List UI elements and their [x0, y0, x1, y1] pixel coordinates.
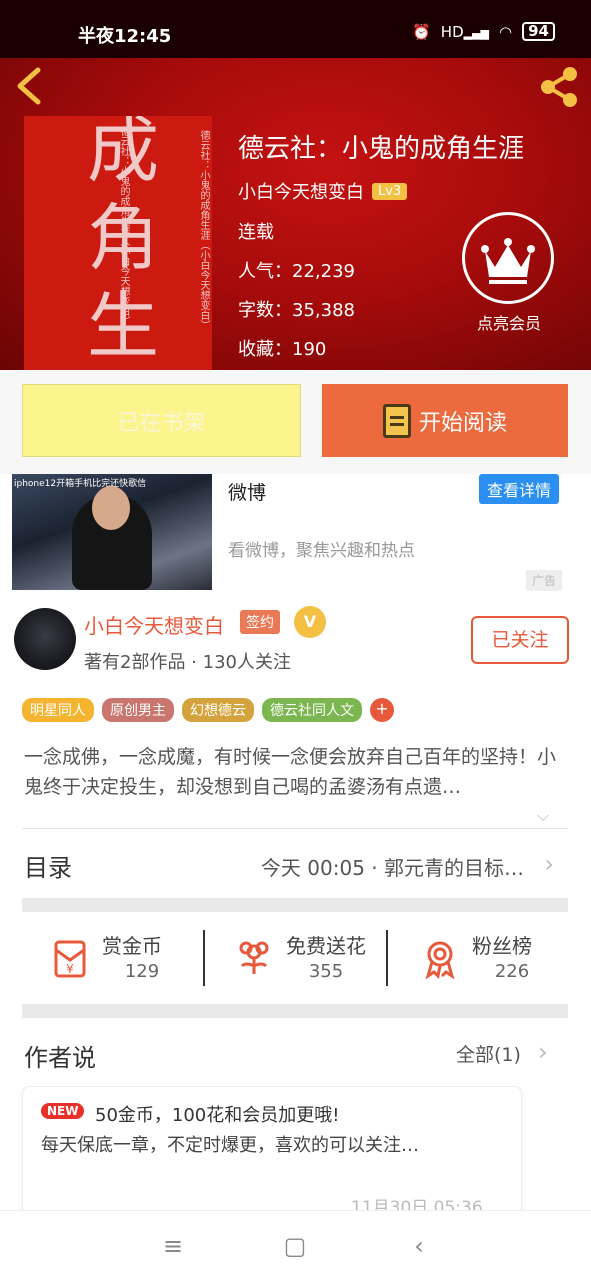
note-title: 50金币，100花和会员加更哦! [95, 1105, 340, 1126]
table-of-contents-row[interactable]: 目录 今天 00:05 · 郭元青的目标… › [24, 848, 554, 884]
reward-coins-button[interactable]: ¥ 赏金币 129 [22, 928, 192, 988]
stats-row: ¥ 赏金币 129 免费送花 355 粉丝榜 226 [22, 928, 568, 988]
toc-latest-chapter: 今天 00:05 · 郭元青的目标… [260, 856, 524, 880]
tag-item[interactable]: 幻想德云 [182, 698, 254, 722]
status-bar: 半夜12:45 ⏰ HD▂▄▆ ◠ 94 [0, 0, 591, 58]
alarm-icon: ⏰ [412, 22, 431, 41]
book-icon [382, 403, 411, 438]
ad-title: 微博 [228, 482, 267, 504]
cover-subtitle: 德云社：小鬼的成角生涯（小白今天想变白） [118, 126, 129, 326]
follow-button[interactable]: 已关注 [471, 616, 569, 664]
author-note-card[interactable]: NEW 50金币，100花和会员加更哦! 每天保底一章，不定时爆更，喜欢的可以关… [22, 1086, 522, 1226]
toc-title: 目录 [24, 854, 72, 882]
expand-chevron-down-icon[interactable]: ⌵ [537, 806, 549, 826]
wifi-icon: ◠ [499, 22, 513, 41]
author-card: 小白今天想变白 签约 V 著有2部作品 · 130人关注 已关注 [0, 600, 591, 686]
send-flower-button[interactable]: 免费送花 355 [206, 928, 376, 988]
stat-value: 355 [308, 961, 344, 982]
red-packet-icon: ¥ [54, 940, 86, 978]
all-notes-link[interactable]: 全部(1) [456, 1040, 521, 1067]
in-shelf-button[interactable]: 已在书架 [22, 384, 301, 457]
chevron-right-icon[interactable]: › [538, 1038, 548, 1066]
avatar[interactable] [14, 608, 76, 670]
share-icon [541, 67, 577, 107]
start-reading-label: 开始阅读 [418, 410, 507, 436]
ad-image-caption: iphone12开箱手机比完还快歌信 [14, 479, 147, 489]
tag-list: 明星同人 原创男主 幻想德云 德云社同人文 + [22, 698, 394, 722]
vip-label: 点亮会员 [476, 314, 541, 333]
favorites-count: 收藏：190 [238, 339, 327, 360]
battery-indicator: 94 [522, 22, 555, 41]
chevron-right-icon: › [544, 850, 554, 878]
author-name[interactable]: 小白今天想变白 [238, 178, 364, 204]
stat-label: 免费送花 [286, 934, 366, 958]
author-works: 著有2部作品 · 130人关注 [84, 652, 291, 673]
tag-item[interactable]: 德云社同人文 [262, 698, 362, 722]
ad-person-head [92, 486, 130, 530]
vip-button[interactable] [462, 212, 554, 304]
stat-value: 129 [124, 961, 160, 982]
flower-icon [239, 941, 269, 974]
add-tag-button[interactable]: + [370, 698, 394, 722]
section-divider [22, 898, 568, 912]
home-icon[interactable]: ▢ [280, 1231, 310, 1261]
chevron-left-icon [17, 67, 41, 105]
author-row[interactable]: 小白今天想变白 Lv3 [238, 178, 408, 204]
ad-tag: 广告 [526, 570, 563, 591]
start-reading-button[interactable]: 开始阅读 [322, 384, 568, 457]
stat-divider [386, 930, 388, 986]
section-divider [22, 1004, 568, 1018]
fan-ranking-button[interactable]: 粉丝榜 226 [392, 928, 562, 988]
stat-divider [203, 930, 205, 986]
book-title: 德云社：小鬼的成角生涯 [238, 134, 525, 164]
stat-label: 赏金币 [102, 934, 162, 958]
level-badge: Lv3 [372, 182, 408, 200]
share-button[interactable] [536, 64, 582, 110]
svg-text:¥: ¥ [66, 962, 74, 976]
signed-badge: 签约 [240, 610, 280, 634]
action-bar: 已在书架 开始阅读 [0, 370, 591, 474]
ad-description: 看微博，聚焦兴趣和热点 [228, 541, 415, 561]
status-time: 半夜12:45 [78, 26, 172, 47]
book-description[interactable]: 一念成佛，一念成魔，有时候一念便会放弃自己百年的坚持！小鬼终于决定投生，却没想到… [24, 742, 570, 802]
author-card-name[interactable]: 小白今天想变白 [84, 610, 224, 639]
medal-icon [425, 941, 455, 980]
back-icon[interactable]: ‹ [404, 1231, 434, 1261]
author-say-title: 作者说 [24, 1044, 96, 1072]
note-text: 每天保底一章，不定时爆更，喜欢的可以关注… [41, 1135, 419, 1156]
ad-image[interactable]: iphone12开箱手机比完还快歌信 [12, 474, 212, 590]
word-count: 字数：35,388 [238, 300, 355, 321]
divider [22, 828, 568, 829]
popularity: 人气：22,239 [238, 261, 355, 282]
new-badge: NEW [41, 1103, 85, 1119]
serial-status: 连载 [238, 222, 274, 243]
ad-banner[interactable]: iphone12开箱手机比完还快歌信 微博 看微博，聚焦兴趣和热点 查看详情 广… [0, 474, 591, 598]
tag-item[interactable]: 明星同人 [22, 698, 94, 722]
verified-v-icon: V [294, 606, 326, 638]
signal-icon: HD▂▄▆ [440, 22, 490, 41]
book-header: 半夜12:45 ⏰ HD▂▄▆ ◠ 94 成角生涯 德云社：小鬼的成角生涯（小白… [0, 0, 591, 370]
crown-icon [481, 238, 535, 284]
system-nav-bar: ≡ ▢ ‹ [0, 1210, 591, 1280]
menu-icon[interactable]: ≡ [158, 1231, 188, 1261]
book-cover[interactable]: 成角生涯 德云社：小鬼的成角生涯（小白今天想变白） 德云社：小鬼的成角生涯（小白… [24, 116, 212, 370]
stat-value: 226 [494, 961, 530, 982]
ad-detail-button[interactable]: 查看详情 [479, 474, 560, 504]
tag-item[interactable]: 原创男主 [102, 698, 174, 722]
status-icons: ⏰ HD▂▄▆ ◠ 94 [412, 22, 555, 41]
stat-label: 粉丝榜 [472, 934, 532, 958]
back-button[interactable] [10, 64, 50, 108]
cover-subtitle-2: 德云社：小鬼的成角生涯（小白今天想变白） [198, 130, 209, 330]
